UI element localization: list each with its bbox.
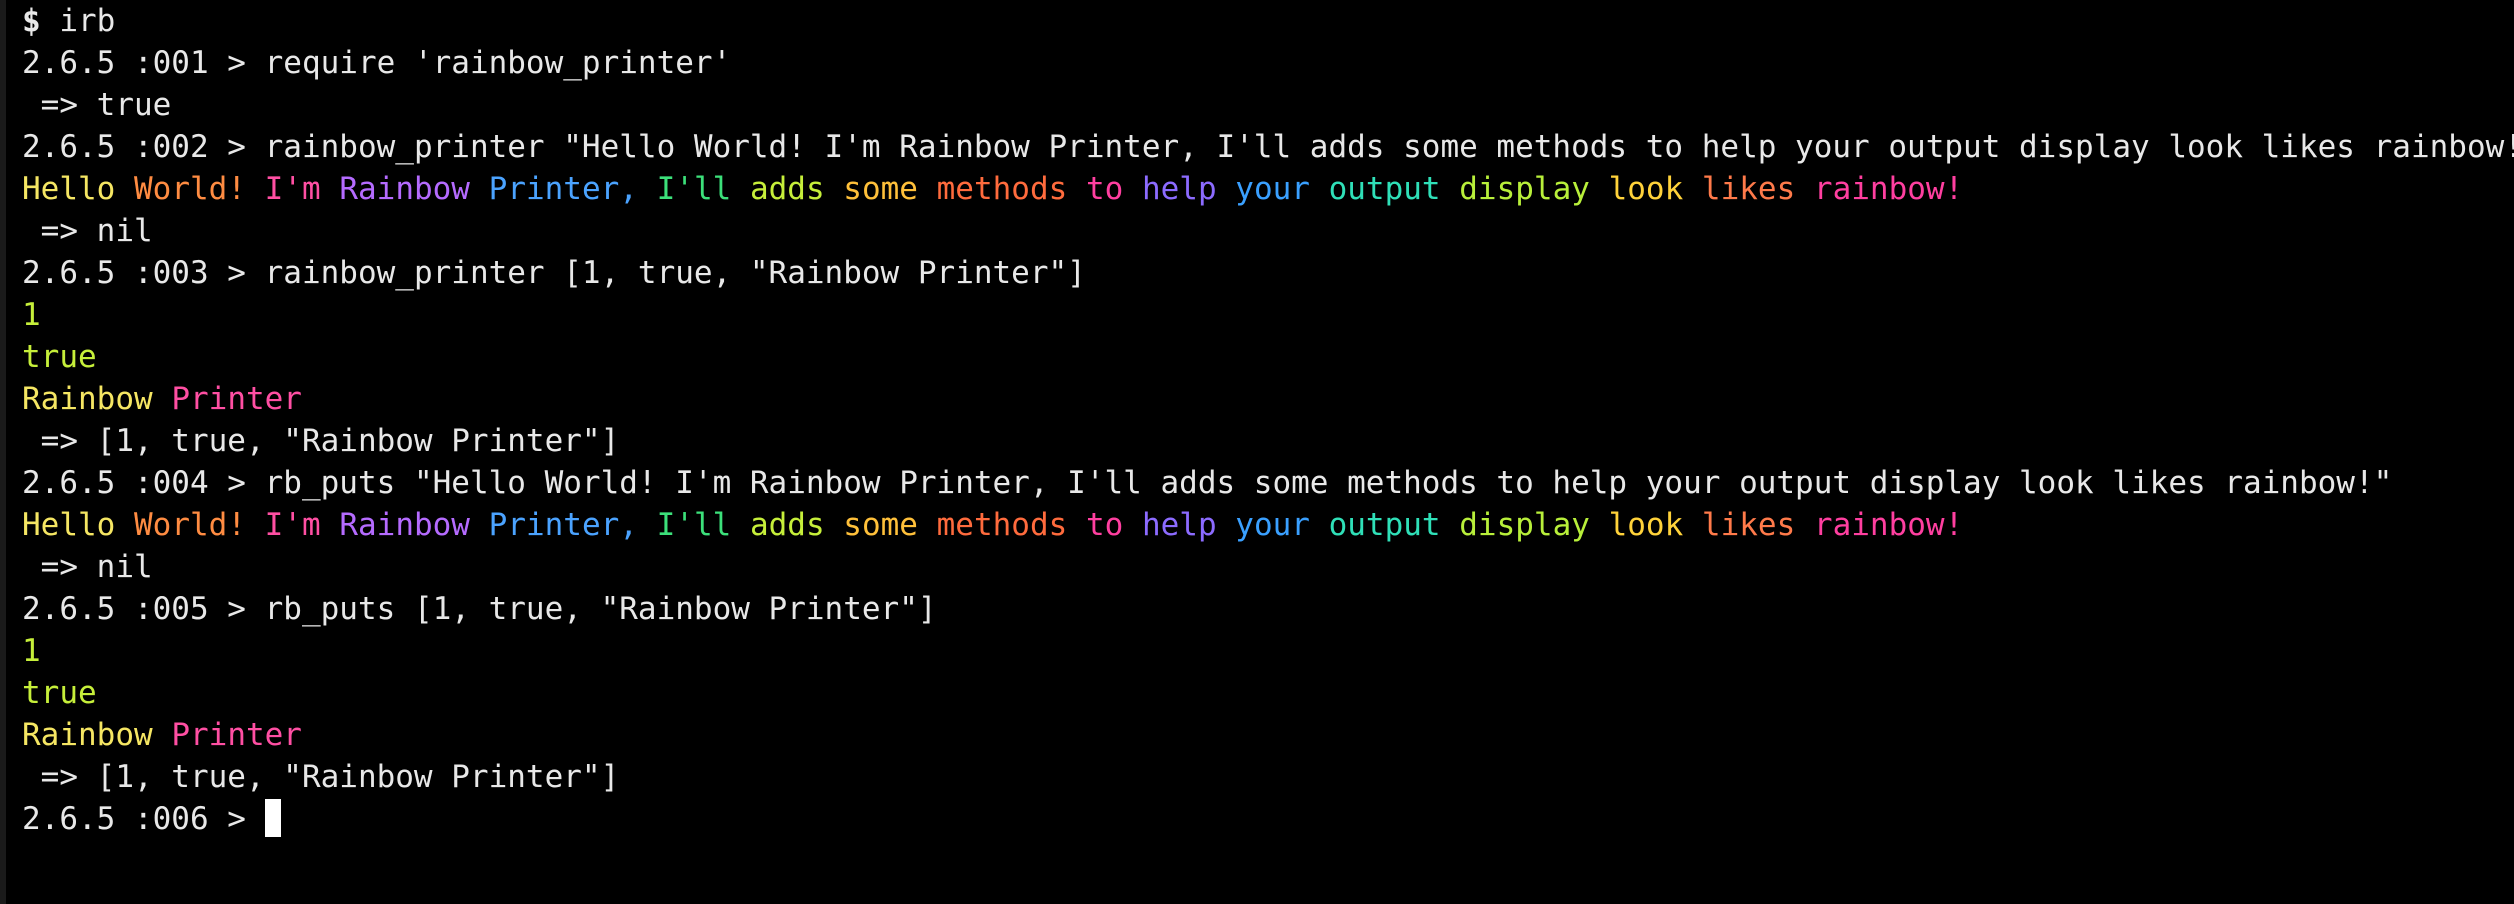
rainbow-word: help — [1141, 171, 1217, 207]
rainbow-word: adds — [749, 507, 825, 543]
irb-return-value-line: => true — [22, 84, 2514, 126]
active-prompt-line: 2.6.5 :006 > — [22, 798, 2514, 840]
irb-prompt: 2.6.5 :006 > — [22, 801, 265, 837]
rainbow-word: your — [1235, 171, 1310, 207]
rainbow-word: output — [1328, 507, 1441, 543]
irb-input-line: 2.6.5 :002 > rainbow_printer "Hello Worl… — [22, 126, 2514, 168]
rainbow-output-line: 1 — [22, 630, 2514, 672]
rainbow-word: true — [22, 339, 97, 375]
irb-command: rb_puts "Hello World! I'm Rainbow Printe… — [264, 465, 2393, 501]
rainbow-word: to — [1085, 171, 1124, 207]
rainbow-word: Printer — [171, 717, 302, 753]
irb-input-line: 2.6.5 :001 > require 'rainbow_printer' — [22, 42, 2514, 84]
irb-input-line: 2.6.5 :004 > rb_puts "Hello World! I'm R… — [22, 462, 2514, 504]
irb-command: rainbow_printer "Hello World! I'm Rainbo… — [264, 129, 2514, 165]
rainbow-word: I'll — [656, 171, 732, 207]
irb-command: require 'rainbow_printer' — [264, 45, 732, 81]
terminal-output: $ irb 2.6.5 :001 > require 'rainbow_print… — [22, 0, 2514, 840]
terminal-window[interactable]: $ irb 2.6.5 :001 > require 'rainbow_print… — [0, 0, 2514, 904]
rainbow-word: display — [1459, 507, 1590, 543]
rainbow-output-line: 1 — [22, 294, 2514, 336]
irb-command: rb_puts [1, true, "Rainbow Printer"] — [264, 591, 937, 627]
irb-prompt: 2.6.5 :005 > — [22, 591, 265, 627]
return-value: => true — [22, 87, 172, 123]
rainbow-word: look — [1608, 171, 1684, 207]
rainbow-word: rainbow! — [1813, 171, 1964, 207]
rainbow-output-line: true — [22, 672, 2514, 714]
rainbow-word: 1 — [22, 297, 41, 333]
rainbow-word: Printer, — [488, 171, 638, 207]
rainbow-word: I'll — [656, 507, 732, 543]
rainbow-word: rainbow! — [1813, 507, 1964, 543]
rainbow-word: some — [843, 171, 918, 207]
irb-return-value-line: => [1, true, "Rainbow Printer"] — [22, 756, 2514, 798]
rainbow-word: your — [1235, 507, 1310, 543]
rainbow-word: Rainbow — [22, 717, 153, 753]
rainbow-word: Hello — [22, 171, 116, 207]
rainbow-word: to — [1085, 507, 1124, 543]
irb-return-value-line: => [1, true, "Rainbow Printer"] — [22, 420, 2514, 462]
rainbow-word: true — [22, 675, 97, 711]
rainbow-output-line: Hello World! I'm Rainbow Printer, I'll a… — [22, 168, 2514, 210]
irb-return-value-line: => nil — [22, 210, 2514, 252]
rainbow-word: Rainbow — [22, 381, 153, 417]
irb-input-line: 2.6.5 :003 > rainbow_printer [1, true, "… — [22, 252, 2514, 294]
rainbow-output-line: Rainbow Printer — [22, 378, 2514, 420]
shell-command-line: $ irb — [22, 0, 2514, 42]
rainbow-word: Rainbow — [339, 507, 470, 543]
shell-command: irb — [40, 3, 116, 39]
irb-command: rainbow_printer [1, true, "Rainbow Print… — [264, 255, 1086, 291]
rainbow-word: help — [1141, 507, 1217, 543]
rainbow-word: I'm — [264, 507, 321, 543]
rainbow-output-line: true — [22, 336, 2514, 378]
irb-input-line: 2.6.5 :005 > rb_puts [1, true, "Rainbow … — [22, 588, 2514, 630]
shell-prompt: $ — [22, 3, 41, 39]
return-value: => [1, true, "Rainbow Printer"] — [22, 759, 620, 795]
irb-prompt: 2.6.5 :004 > — [22, 465, 265, 501]
rainbow-word: World! — [134, 507, 246, 543]
return-value: => nil — [22, 549, 153, 585]
rainbow-output-line: Rainbow Printer — [22, 714, 2514, 756]
rainbow-word: likes — [1701, 507, 1796, 543]
rainbow-word: Rainbow — [339, 171, 470, 207]
rainbow-word: display — [1459, 171, 1590, 207]
rainbow-word: Hello — [22, 507, 116, 543]
rainbow-word: methods — [936, 507, 1068, 543]
irb-prompt: 2.6.5 :003 > — [22, 255, 265, 291]
rainbow-word: I'm — [264, 171, 321, 207]
rainbow-word: likes — [1701, 171, 1796, 207]
rainbow-word: methods — [936, 171, 1068, 207]
rainbow-word: Printer — [171, 381, 302, 417]
rainbow-word: World! — [134, 171, 246, 207]
rainbow-word: 1 — [22, 633, 41, 669]
rainbow-word: output — [1328, 171, 1441, 207]
rainbow-word: look — [1608, 507, 1684, 543]
rainbow-word: adds — [749, 171, 825, 207]
rainbow-output-line: Hello World! I'm Rainbow Printer, I'll a… — [22, 504, 2514, 546]
return-value: => nil — [22, 213, 153, 249]
rainbow-word: some — [843, 507, 918, 543]
irb-prompt: 2.6.5 :002 > — [22, 129, 265, 165]
irb-prompt: 2.6.5 :001 > — [22, 45, 265, 81]
return-value: => [1, true, "Rainbow Printer"] — [22, 423, 620, 459]
rainbow-word: Printer, — [488, 507, 638, 543]
irb-return-value-line: => nil — [22, 546, 2514, 588]
text-cursor[interactable] — [264, 799, 281, 837]
